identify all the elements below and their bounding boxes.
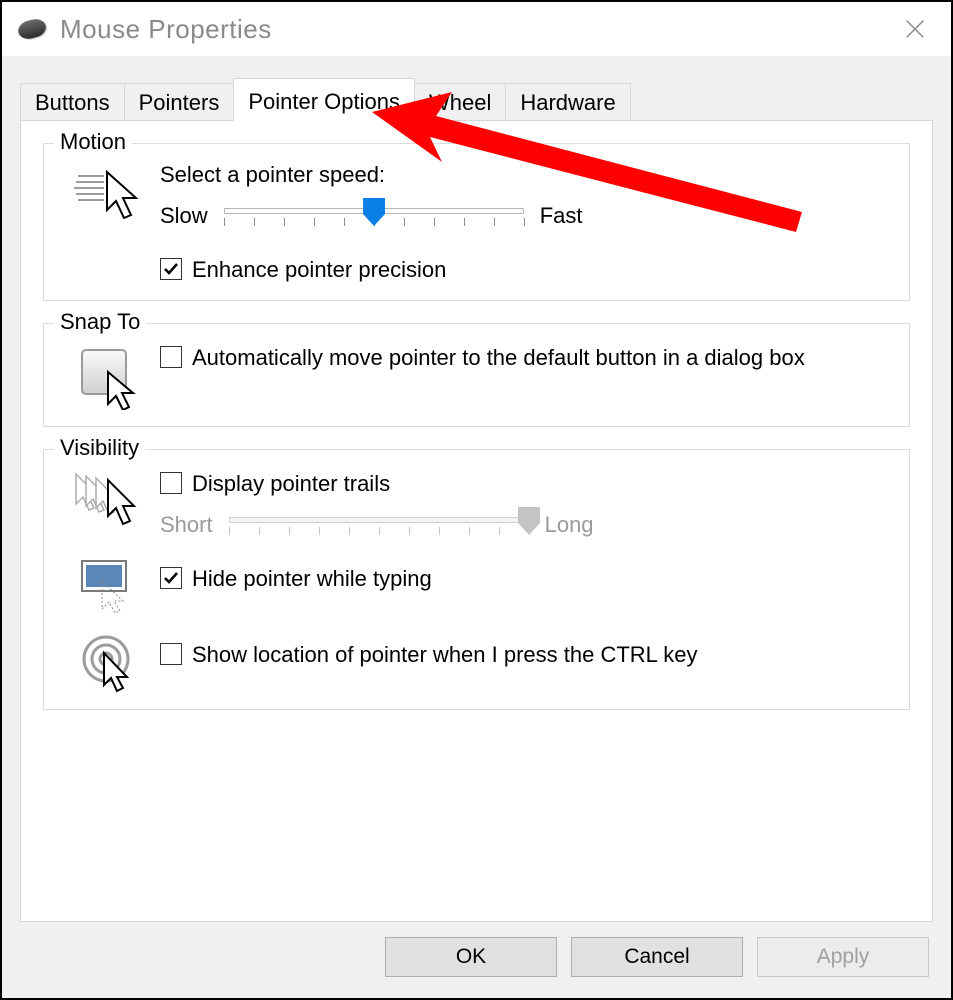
tab-wheel[interactable]: Wheel xyxy=(414,83,506,120)
motion-icon xyxy=(60,162,160,224)
apply-button: Apply xyxy=(757,937,929,977)
speed-fast-label: Fast xyxy=(540,203,583,229)
tab-buttons[interactable]: Buttons xyxy=(20,83,125,120)
mouse-icon xyxy=(16,17,48,42)
group-motion-legend: Motion xyxy=(54,129,132,155)
close-button[interactable] xyxy=(887,4,943,54)
tab-pointer-options[interactable]: Pointer Options xyxy=(233,78,415,121)
group-motion: Motion xyxy=(43,143,910,301)
pointer-trails-slider xyxy=(229,511,529,539)
speed-slow-label: Slow xyxy=(160,203,208,229)
snap-to-icon xyxy=(60,342,160,410)
ctrl-locate-label: Show location of pointer when I press th… xyxy=(192,641,697,669)
group-snap-to: Snap To xyxy=(43,323,910,427)
mouse-properties-window: Mouse Properties Buttons Pointers Pointe… xyxy=(0,0,953,1000)
trails-long-label: Long xyxy=(545,512,594,538)
snap-to-label: Automatically move pointer to the defaul… xyxy=(192,344,805,372)
trails-short-label: Short xyxy=(160,512,213,538)
close-icon xyxy=(904,18,926,40)
title-bar: Mouse Properties xyxy=(2,2,951,56)
tab-hardware[interactable]: Hardware xyxy=(505,83,630,120)
cancel-button[interactable]: Cancel xyxy=(571,937,743,977)
dialog-button-bar: OK Cancel Apply xyxy=(20,922,933,984)
tab-strip: Buttons Pointers Pointer Options Wheel H… xyxy=(20,74,933,120)
enhance-precision-checkbox[interactable] xyxy=(160,258,182,280)
ctrl-locate-icon xyxy=(60,629,160,693)
tab-pointers[interactable]: Pointers xyxy=(124,83,235,120)
hide-pointer-label: Hide pointer while typing xyxy=(192,565,432,593)
enhance-precision-label: Enhance pointer precision xyxy=(192,256,446,284)
hide-typing-icon xyxy=(60,553,160,613)
group-snap-to-legend: Snap To xyxy=(54,309,146,335)
ok-button[interactable]: OK xyxy=(385,937,557,977)
pointer-trails-checkbox[interactable] xyxy=(160,472,182,494)
snap-to-checkbox[interactable] xyxy=(160,346,182,368)
window-title: Mouse Properties xyxy=(60,14,887,45)
motion-prompt: Select a pointer speed: xyxy=(160,162,893,188)
tab-panel: Motion xyxy=(20,120,933,922)
pointer-trails-label: Display pointer trails xyxy=(192,470,390,498)
trails-icon xyxy=(60,468,160,528)
group-visibility: Visibility xyxy=(43,449,910,711)
pointer-speed-slider[interactable] xyxy=(224,202,524,230)
client-area: Buttons Pointers Pointer Options Wheel H… xyxy=(2,56,951,998)
hide-pointer-checkbox[interactable] xyxy=(160,567,182,589)
group-visibility-legend: Visibility xyxy=(54,435,145,461)
ctrl-locate-checkbox[interactable] xyxy=(160,643,182,665)
